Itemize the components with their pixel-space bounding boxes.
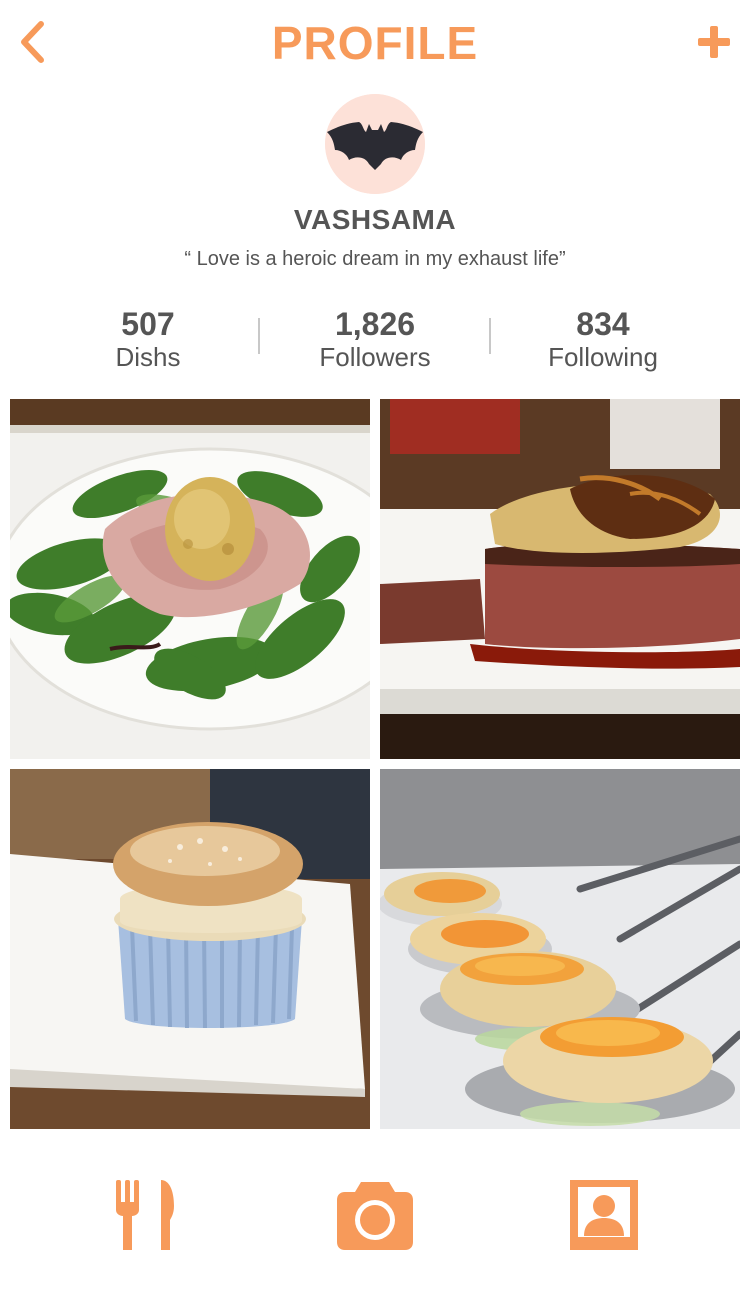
profile-card-icon — [570, 1180, 638, 1250]
stat-label: Dishs — [115, 342, 181, 372]
photo-grid — [10, 399, 740, 1129]
bio-text: “ Love is a heroic dream in my exhaust l… — [184, 248, 566, 270]
header-bar: PROFILE — [0, 0, 750, 90]
page-title: PROFILE — [271, 17, 479, 69]
stat-value: 834 — [576, 306, 630, 342]
photo-tile-eggs[interactable] — [380, 769, 740, 1129]
camera-icon — [337, 1182, 413, 1250]
plus-icon — [698, 26, 730, 58]
stat-value: 507 — [121, 306, 175, 342]
salad-photo — [10, 399, 370, 759]
photo-tile-souffle[interactable] — [10, 769, 370, 1129]
souffle-photo — [10, 769, 370, 1129]
tab-dishes[interactable] — [114, 1178, 180, 1257]
stat-dishes[interactable]: 507 Dishs — [48, 306, 248, 372]
bottom-tab-bar — [0, 1140, 750, 1300]
tab-profile[interactable] — [568, 1178, 640, 1257]
stat-divider — [258, 318, 260, 354]
username: VASHSAMA — [293, 204, 457, 235]
fork-knife-icon — [116, 1180, 174, 1250]
stat-label: Followers — [319, 342, 431, 372]
stat-followers[interactable]: 1,826 Followers — [275, 306, 475, 372]
stat-value: 1,826 — [334, 306, 416, 342]
stat-label: Following — [548, 342, 658, 372]
tab-camera[interactable] — [335, 1178, 415, 1257]
steak-photo — [380, 399, 740, 759]
stat-following[interactable]: 834 Following — [503, 306, 703, 372]
photo-tile-salad[interactable] — [10, 399, 370, 759]
stat-divider — [489, 318, 491, 354]
avatar[interactable] — [325, 94, 425, 194]
photo-tile-steak[interactable] — [380, 399, 740, 759]
bat-logo-icon — [325, 94, 425, 194]
stats-row: 507 Dishs 1,826 Followers 834 Following — [0, 306, 750, 376]
add-button[interactable] — [696, 22, 732, 62]
eggs-photo — [380, 769, 740, 1129]
